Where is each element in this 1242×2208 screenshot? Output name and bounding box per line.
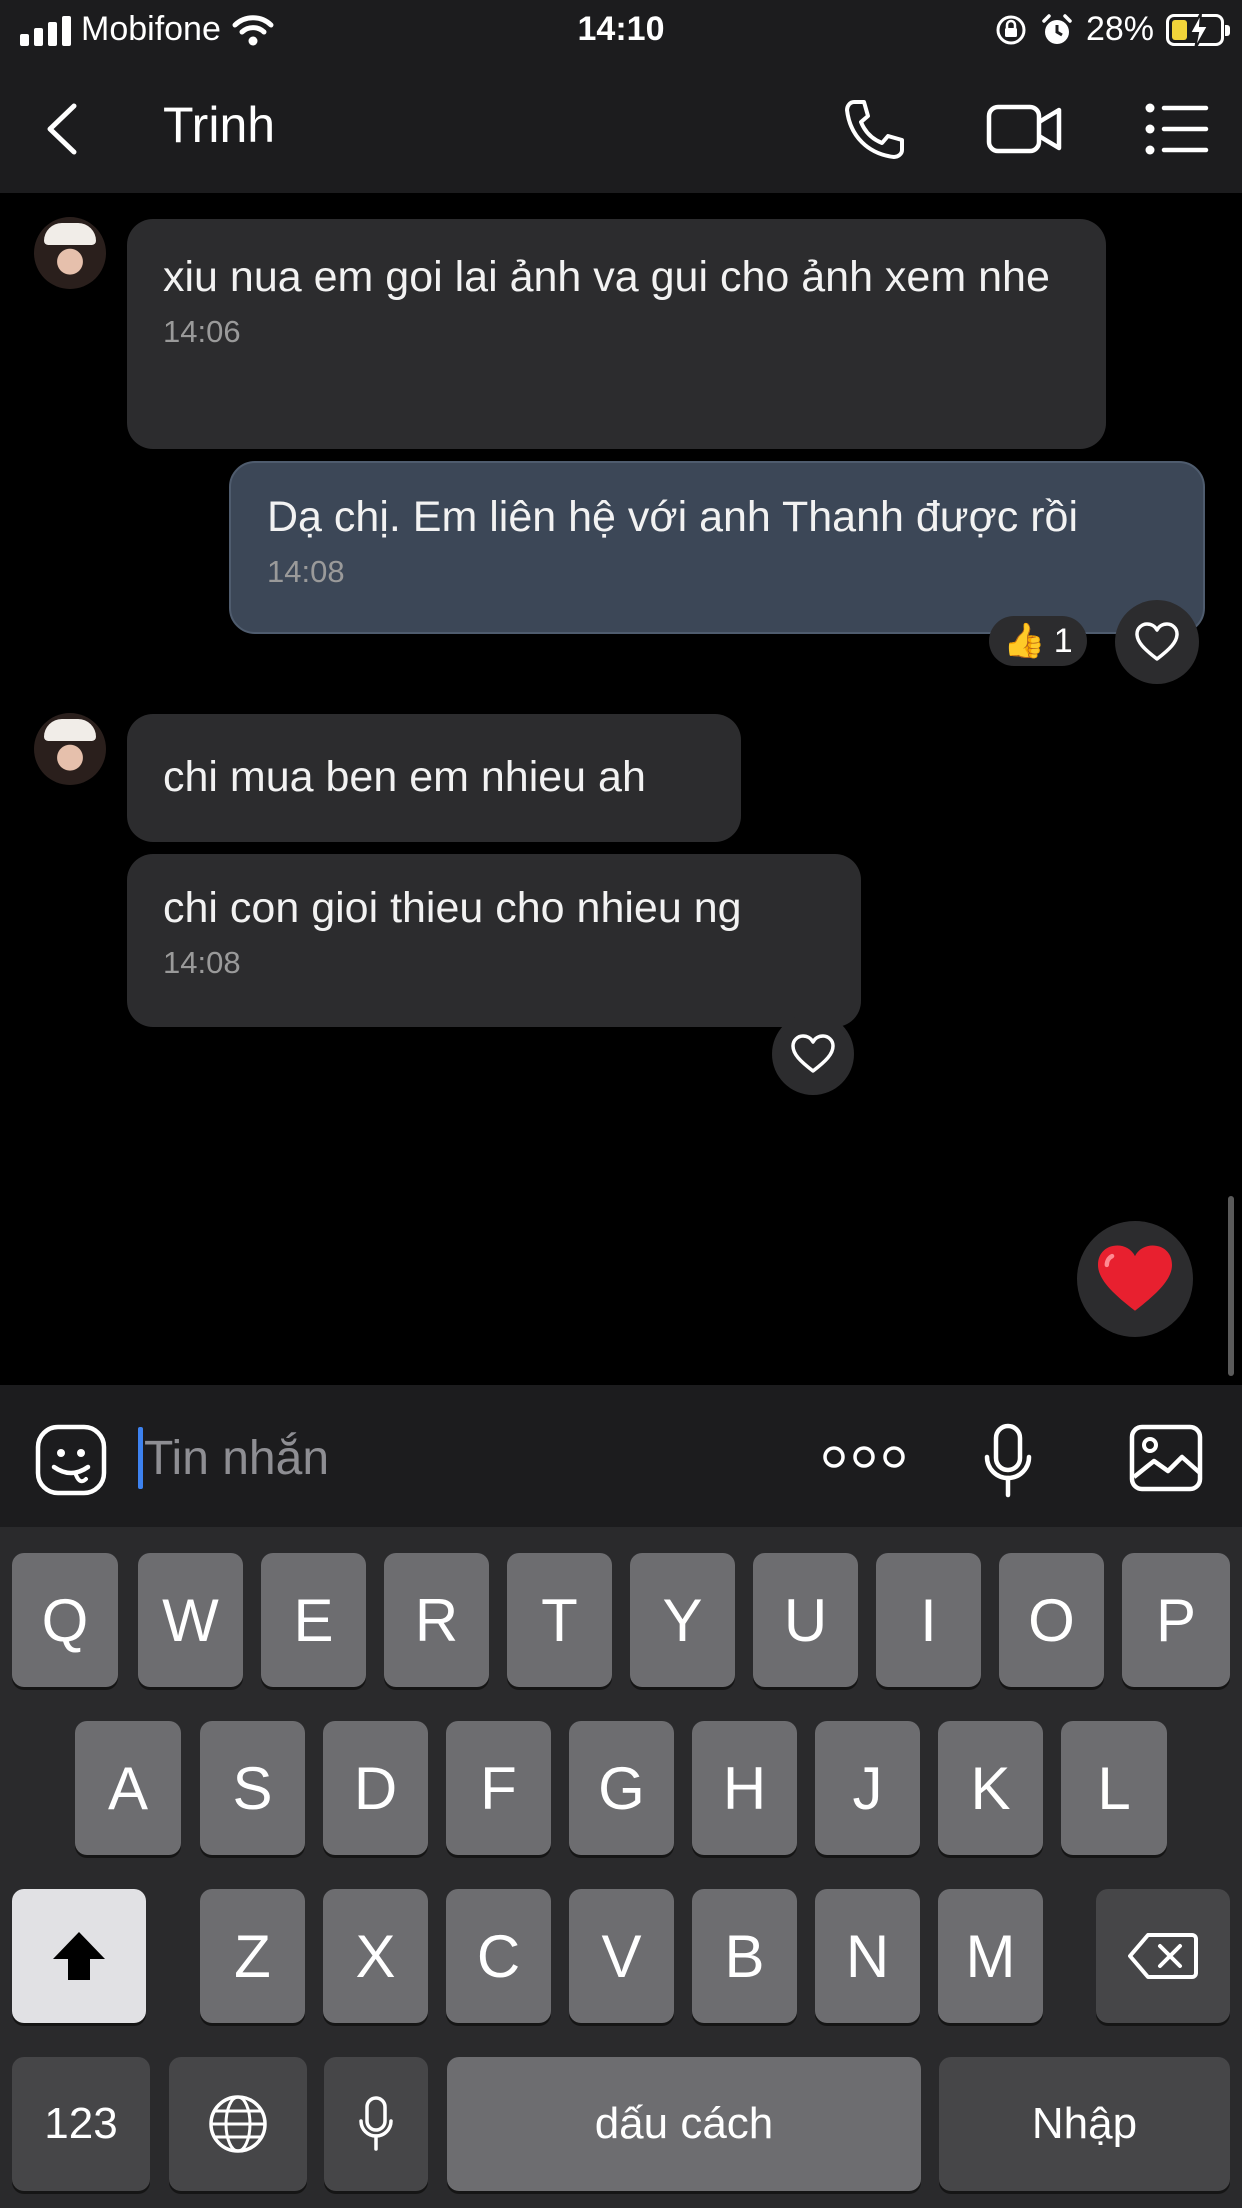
avatar[interactable]: [34, 713, 106, 785]
image-icon[interactable]: [1128, 1423, 1204, 1493]
key-g[interactable]: G: [569, 1721, 674, 1855]
message-time: 14:08: [163, 945, 241, 980]
sticker-icon[interactable]: [34, 1423, 108, 1497]
back-chevron-icon[interactable]: [38, 96, 88, 162]
key-b[interactable]: B: [692, 1889, 797, 2023]
backspace-key[interactable]: [1096, 1889, 1230, 2023]
message-text: chi mua ben em nhieu ah: [163, 753, 646, 801]
reaction-summary[interactable]: 👍 1: [989, 616, 1087, 666]
key-f[interactable]: F: [446, 1721, 551, 1855]
return-key[interactable]: Nhập: [939, 2057, 1230, 2191]
message-text: chi con gioi thieu cho nhieu ng: [163, 884, 742, 932]
key-w[interactable]: W: [138, 1553, 243, 1687]
key-l[interactable]: L: [1061, 1721, 1167, 1855]
key-d[interactable]: D: [323, 1721, 428, 1855]
alarm-icon: [1042, 13, 1072, 44]
heart-icon: [791, 1034, 835, 1073]
space-key[interactable]: dấu cách: [447, 2057, 921, 2191]
phone-icon[interactable]: [832, 94, 912, 164]
avatar[interactable]: [34, 217, 106, 289]
shift-key[interactable]: [12, 1889, 146, 2023]
message-bubble-own[interactable]: Dạ chị. Em liên hệ với anh Thanh được rồ…: [229, 461, 1205, 634]
orientation-lock-icon: [996, 15, 1026, 44]
key-m[interactable]: M: [938, 1889, 1043, 2023]
keyboard: Q W E R T Y U I O P A S D F G H J K L Z …: [0, 1527, 1242, 2208]
key-r[interactable]: R: [384, 1553, 489, 1687]
key-t[interactable]: T: [507, 1553, 612, 1687]
shift-icon: [53, 1932, 105, 1980]
list-menu-icon[interactable]: [1140, 94, 1220, 164]
chat-header: Trinh: [0, 66, 1242, 193]
key-v[interactable]: V: [569, 1889, 674, 2023]
key-i[interactable]: I: [876, 1553, 981, 1687]
dictation-key[interactable]: [324, 2057, 428, 2191]
composer-bar: [0, 1385, 1242, 1527]
key-j[interactable]: J: [815, 1721, 920, 1855]
heart-icon: [1098, 1245, 1172, 1311]
quick-heart-button[interactable]: [1077, 1221, 1193, 1337]
react-button[interactable]: [1115, 600, 1199, 684]
globe-icon: [209, 2095, 267, 2153]
key-x[interactable]: X: [323, 1889, 428, 2023]
message-text: Dạ chị. Em liên hệ với anh Thanh được rồ…: [267, 493, 1078, 541]
key-p[interactable]: P: [1122, 1553, 1230, 1687]
message-list[interactable]: xiu nua em goi lai ảnh va gui cho ảnh xe…: [0, 193, 1242, 1385]
message-text: xiu nua em goi lai ảnh va gui cho ảnh xe…: [163, 253, 1050, 301]
key-o[interactable]: O: [999, 1553, 1104, 1687]
status-right: 28%: [994, 10, 1230, 49]
react-button[interactable]: [772, 1013, 854, 1095]
microphone-icon[interactable]: [982, 1423, 1034, 1499]
key-q[interactable]: Q: [12, 1553, 118, 1687]
status-bar: Mobifone 14:10 28%: [0, 0, 1242, 66]
key-e[interactable]: E: [261, 1553, 366, 1687]
globe-key[interactable]: [169, 2057, 307, 2191]
backspace-icon: [1128, 1933, 1198, 1979]
scroll-indicator[interactable]: [1228, 1196, 1234, 1376]
battery-icon: [1166, 12, 1230, 49]
key-a[interactable]: A: [75, 1721, 181, 1855]
message-time: 14:06: [163, 314, 241, 349]
heart-icon: [1135, 622, 1179, 661]
more-dots-icon[interactable]: [822, 1441, 906, 1473]
key-z[interactable]: Z: [200, 1889, 305, 2023]
key-s[interactable]: S: [200, 1721, 305, 1855]
contact-name[interactable]: Trinh: [163, 96, 275, 154]
battery-percent: 28%: [1085, 10, 1154, 48]
key-n[interactable]: N: [815, 1889, 920, 2023]
message-bubble[interactable]: xiu nua em goi lai ảnh va gui cho ảnh xe…: [127, 219, 1106, 449]
key-y[interactable]: Y: [630, 1553, 735, 1687]
text-caret: [138, 1427, 143, 1489]
key-u[interactable]: U: [753, 1553, 858, 1687]
numbers-key[interactable]: 123: [12, 2057, 150, 2191]
key-c[interactable]: C: [446, 1889, 551, 2023]
video-camera-icon[interactable]: [985, 94, 1065, 164]
key-h[interactable]: H: [692, 1721, 797, 1855]
thumbs-up-icon: 👍: [1003, 622, 1046, 660]
reaction-count: 1: [1053, 621, 1073, 660]
key-k[interactable]: K: [938, 1721, 1043, 1855]
message-input-wrapper[interactable]: [136, 1423, 776, 1493]
microphone-icon: [359, 2096, 393, 2151]
message-bubble[interactable]: chi mua ben em nhieu ah: [127, 714, 741, 842]
message-input[interactable]: [136, 1423, 776, 1493]
message-bubble[interactable]: chi con gioi thieu cho nhieu ng 14:08: [127, 854, 861, 1027]
message-time: 14:08: [267, 554, 345, 589]
